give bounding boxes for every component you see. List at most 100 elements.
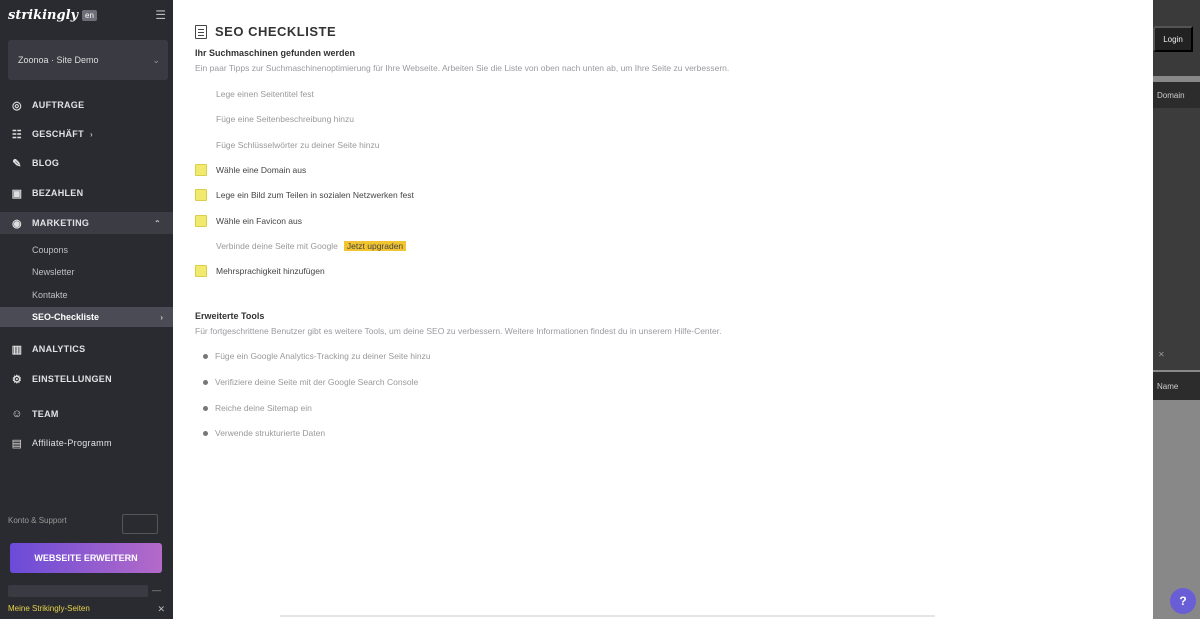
help-icon[interactable]: ? (1170, 588, 1196, 614)
nav-label: ANALYTICS (32, 344, 86, 354)
chevron-right-icon: › (160, 312, 163, 322)
nav-label: BLOG (32, 158, 60, 168)
sub-label: Newsletter (32, 267, 75, 277)
chevron-right-icon: › (90, 129, 93, 139)
checklist-item[interactable]: Verbinde deine Seite mit Google Jetzt up… (195, 239, 407, 253)
checkbox-unchecked[interactable] (195, 189, 207, 201)
checklist-item[interactable]: Mehrsprachigkeit hinzufügen (195, 264, 325, 278)
nav-item-analytics[interactable]: ▥ ANALYTICS (0, 338, 173, 360)
sub-label: Kontakte (32, 290, 68, 300)
bullet-icon (203, 353, 208, 359)
right-panel-band: Name (1153, 372, 1200, 400)
upgrade-button[interactable]: WEBSEITE ERWEITERN (10, 543, 162, 573)
minus-icon[interactable]: — (152, 585, 161, 595)
checklist-item[interactable]: Füge eine Seitenbeschreibung hinzu (195, 112, 354, 126)
right-panel: Login Domain ✕ Name (1153, 0, 1200, 619)
nav-label: AUFTRAGE (32, 100, 85, 110)
logo-row: strikingly en ☰ (8, 8, 168, 26)
nav-item-team[interactable]: ☺ TEAM (0, 403, 173, 425)
tool-text: Reiche deine Sitemap ein (215, 403, 312, 413)
footer-link[interactable]: Meine Strikingly-Seiten (8, 604, 90, 613)
checklist-text: Füge eine Seitenbeschreibung hinzu (216, 114, 354, 124)
wallet-icon: ▣ (11, 187, 23, 200)
section-subtitle: Ein paar Tipps zur Suchmaschinenoptimier… (195, 63, 730, 73)
toggle-box[interactable] (122, 514, 158, 534)
nav-item-blog[interactable]: ✎ BLOG (0, 152, 173, 174)
target-icon: ◎ (12, 99, 22, 112)
checklist-text: Lege ein Bild zum Teilen in sozialen Net… (216, 190, 414, 200)
tool-text: Füge ein Google Analytics-Tracking zu de… (215, 351, 431, 361)
horizontal-scrollbar[interactable] (280, 615, 935, 617)
checklist-text: Wähle ein Favicon aus (216, 216, 302, 226)
checklist-text: Verbinde deine Seite mit Google (216, 241, 338, 251)
right-panel-header: Login (1153, 0, 1200, 76)
section-subtitle: Für fortgeschrittene Benutzer gibt es we… (195, 326, 722, 336)
title-row: SEO CHECKLISTE (195, 24, 336, 39)
nav-label: Affiliate-Programm (32, 438, 112, 448)
nav-item-auftraege[interactable]: ◎ AUFTRAGE (0, 94, 173, 116)
main-content: SEO CHECKLISTE Ihr Suchmaschinen gefunde… (173, 0, 1153, 619)
checklist-item[interactable]: Wähle ein Favicon aus (195, 214, 302, 228)
logo[interactable]: strikingly (8, 8, 78, 23)
checklist-text: Füge Schlüsselwörter zu deiner Seite hin… (216, 140, 380, 150)
checklist-item[interactable]: Lege ein Bild zum Teilen in sozialen Net… (195, 188, 414, 202)
tool-item[interactable]: Verwende strukturierte Daten (203, 428, 325, 438)
chevron-up-icon: ⌃ (153, 218, 161, 228)
sub-item-kontakte[interactable]: Kontakte (0, 285, 173, 305)
checklist-text: Mehrsprachigkeit hinzufügen (216, 266, 325, 276)
site-name: Zoonoa · Site Demo (18, 55, 99, 65)
sidebar: strikingly en ☰ Zoonoa · Site Demo ⌄ ◎ A… (0, 0, 173, 619)
upgrade-tag[interactable]: Jetzt upgraden (343, 241, 407, 251)
language-badge[interactable]: en (82, 10, 97, 21)
nav-item-geschaeft[interactable]: ☷ GESCHÄFT › (0, 123, 173, 145)
store-icon: ☷ (11, 128, 23, 141)
sub-label: SEO-Checkliste (32, 312, 100, 322)
sub-item-seo-checkliste[interactable]: SEO-Checkliste › (0, 307, 173, 327)
chart-icon: ▥ (11, 343, 23, 356)
affiliate-icon: ▤ (11, 437, 23, 450)
tool-item[interactable]: Füge ein Google Analytics-Tracking zu de… (203, 351, 431, 361)
nav-item-affiliate[interactable]: ▤ Affiliate-Programm (0, 432, 173, 454)
document-icon (195, 24, 207, 39)
support-row: Konto & Support (8, 514, 168, 534)
checkbox-checked[interactable] (195, 240, 207, 252)
checklist-text: Wähle eine Domain aus (216, 165, 307, 175)
nav-item-bezahlen[interactable]: ▣ BEZAHLEN (0, 182, 173, 204)
checklist-item[interactable]: Füge Schlüsselwörter zu deiner Seite hin… (195, 138, 379, 152)
checklist-text: Lege einen Seitentitel fest (216, 89, 314, 99)
site-selector[interactable]: Zoonoa · Site Demo ⌄ (8, 40, 168, 80)
checkbox-unchecked[interactable] (195, 265, 207, 277)
hamburger-icon[interactable]: ☰ (155, 8, 166, 22)
chevron-down-icon: ⌄ (152, 55, 160, 65)
checkbox-unchecked[interactable] (195, 215, 207, 227)
bullet-icon (203, 430, 208, 436)
login-button[interactable]: Login (1153, 26, 1193, 52)
support-text[interactable]: Konto & Support (8, 516, 67, 525)
nav-label: GESCHÄFT (32, 129, 84, 139)
sub-item-coupons[interactable]: Coupons (0, 240, 173, 260)
checkbox-checked[interactable] (195, 113, 207, 125)
sub-label: Coupons (32, 245, 69, 255)
checkbox-unchecked[interactable] (195, 164, 207, 176)
close-icon[interactable]: ✕ (1158, 350, 1165, 359)
close-icon[interactable]: ✕ (157, 604, 165, 615)
tool-text: Verifiziere deine Seite mit der Google S… (215, 377, 419, 387)
section-title: Ihr Suchmaschinen gefunden werden (195, 48, 356, 58)
nav-label: TEAM (32, 409, 59, 419)
sub-item-newsletter[interactable]: Newsletter (0, 262, 173, 282)
tool-item[interactable]: Reiche deine Sitemap ein (203, 403, 312, 413)
nav-item-marketing[interactable]: ◉ MARKETING ⌃ (0, 212, 173, 234)
megaphone-icon: ◉ (12, 217, 22, 230)
tool-item[interactable]: Verifiziere deine Seite mit der Google S… (203, 377, 418, 387)
footer-search-bar[interactable] (8, 585, 148, 597)
checkbox-checked[interactable] (195, 88, 207, 100)
checklist-item[interactable]: Wähle eine Domain aus (195, 163, 306, 177)
tool-text: Verwende strukturierte Daten (215, 428, 326, 438)
right-panel-body (1153, 108, 1200, 370)
checklist-item[interactable]: Lege einen Seitentitel fest (195, 87, 314, 101)
nav-item-einstellungen[interactable]: ⚙ EINSTELLUNGEN (0, 368, 173, 390)
checkbox-checked[interactable] (195, 139, 207, 151)
team-icon: ☺ (11, 408, 23, 420)
bullet-icon (203, 405, 208, 411)
section-title: Erweiterte Tools (195, 311, 265, 321)
